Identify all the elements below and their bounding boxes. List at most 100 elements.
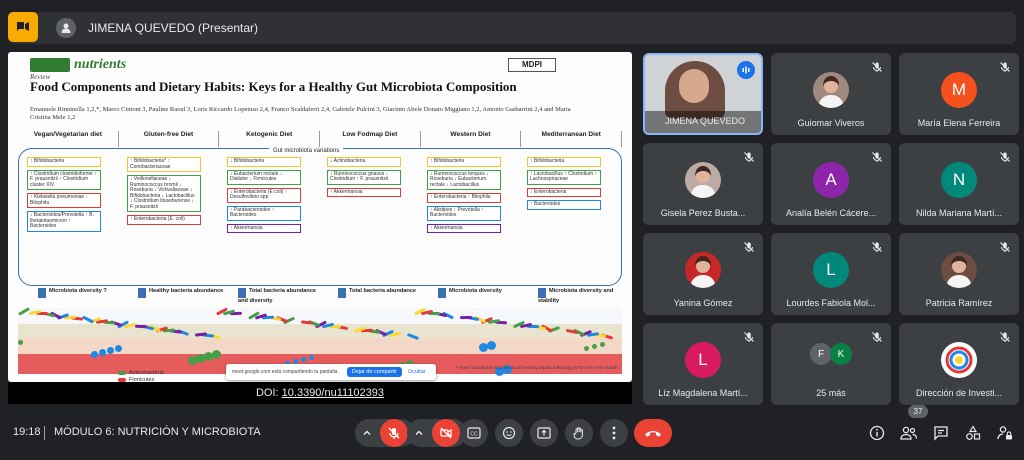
presenter-title: JIMENA QUEVEDO (Presentar) <box>88 21 259 35</box>
avatar-photo-icon <box>685 162 721 198</box>
bacteria-box: ↑ Akkermansia <box>227 223 301 233</box>
presenter-avatar-icon <box>56 18 76 38</box>
outcome-label: Healthy bacteria abundance <box>138 288 224 298</box>
mic-muted-icon <box>871 240 883 252</box>
leave-call-button[interactable] <box>634 419 672 447</box>
shared-slide[interactable]: nutrients MDPI Review Food Components an… <box>8 52 632 382</box>
meeting-clock: 19:18 <box>13 426 41 438</box>
chat-button[interactable] <box>930 422 952 444</box>
mic-control-group <box>355 419 415 447</box>
outcome-text: Healthy bacteria abundance <box>149 288 224 294</box>
diet-column: ↑ Bifidobacteria ↓ Ruminococcus torques ↓… <box>427 157 501 236</box>
bacteria-box: ↓ Eubacterium rectale ↓ Dialister ↓ Firm… <box>227 169 301 185</box>
raise-hand-button[interactable] <box>565 419 593 447</box>
camera-options-chevron-icon[interactable] <box>414 428 424 438</box>
participant-name: Nilda Mariana Martí... <box>915 208 1003 218</box>
diet-header: Mediterranean Diet <box>521 131 623 147</box>
mic-off-icon[interactable] <box>380 419 408 447</box>
overflow-avatar: F <box>810 343 832 365</box>
presenter-bar: JIMENA QUEVEDO (Presentar) <box>8 12 1016 44</box>
participant-tile[interactable]: Dirección de Investi... <box>899 323 1019 405</box>
diet-header-row: Vegan/Vegetarian diet Gluten-free Diet Ket… <box>18 131 623 147</box>
avatar: L <box>813 252 849 288</box>
journal-leaf-icon <box>30 58 70 72</box>
diet-header: Western Diet <box>421 131 522 147</box>
bacteria-box: ↓ Bifidobacteria <box>227 157 301 167</box>
meet-window: JIMENA QUEVEDO (Presentar) nutrients MDP… <box>0 0 1024 460</box>
participant-name: Líz Magdalena Martí... <box>658 388 748 398</box>
host-controls-button[interactable] <box>994 422 1016 444</box>
participant-tile[interactable]: Guiomar Viveros <box>771 53 891 135</box>
present-button[interactable] <box>530 419 558 447</box>
participant-tile[interactable]: F K 25 más <box>771 323 891 405</box>
diet-column: ↑ Bifidobacteria* ↑ Coriobacteriaceae ↓ V… <box>127 157 201 228</box>
bacteria-box: ↑ Alistipes ↑ Prevotella ↑ Bacteroides <box>427 205 501 221</box>
bacteria-box: ↓ Enterobacteria (E coli) ↑ Desulfovibri… <box>227 187 301 203</box>
immune-cell <box>600 342 605 347</box>
presenter-face-icon <box>679 69 709 103</box>
immune-cell <box>584 346 589 351</box>
immune-cell <box>196 354 205 363</box>
mic-muted-icon <box>871 60 883 72</box>
participant-tile[interactable]: L Líz Magdalena Martí... <box>643 323 763 405</box>
doi-caption: DOI: 10.3390/nu11102393 <box>8 382 632 404</box>
participant-tile[interactable]: N Nilda Mariana Martí... <box>899 143 1019 225</box>
captions-button[interactable]: CC <box>460 419 488 447</box>
participant-tile[interactable]: Patricia Ramírez <box>899 233 1019 315</box>
participant-tile[interactable]: JIMENA QUEVEDO <box>643 53 763 135</box>
bacteria-box: ↑ Akkermansia <box>327 187 401 197</box>
participant-tile[interactable]: A Analía Belén Cácere... <box>771 143 891 225</box>
outcome-label: Microbiota diversity and stability <box>538 288 624 304</box>
participant-tile[interactable]: L Lourdes Fabiola Mol... <box>771 233 891 315</box>
lock-person-icon <box>997 426 1012 440</box>
immune-cell <box>188 356 197 365</box>
doi-link[interactable]: 10.3390/nu11102393 <box>282 387 384 399</box>
hide-notice-button[interactable]: Ocultar <box>408 369 426 375</box>
avatar: L <box>685 342 721 378</box>
participants-button[interactable] <box>898 422 920 444</box>
paper-authors: Emanuele Rinninella 1,2,*, Marco Cintoni… <box>30 106 571 121</box>
activities-button[interactable] <box>962 422 984 444</box>
doi-prefix: DOI: <box>255 387 279 399</box>
bacteria-box: ↑ Klebsiella pneumoniae ↓ Bilophila <box>27 193 101 208</box>
participant-name: JIMENA QUEVEDO <box>664 116 745 126</box>
reactions-button[interactable] <box>495 419 523 447</box>
bacteria-box: ↓ Ruminococcus gnavus ↓ Clostridium ↑ F.… <box>327 169 401 185</box>
outcome-text: Microbiota diversity ? <box>49 288 107 294</box>
camera-off-icon[interactable] <box>432 419 460 447</box>
hand-icon <box>573 427 583 440</box>
stop-sharing-button[interactable]: Dejar de compartir <box>346 367 402 377</box>
participant-name: Lourdes Fabiola Mol... <box>786 298 876 308</box>
bacteria-box: ↓ Enterobacteria <box>527 187 601 197</box>
participant-tile[interactable]: Yanina Gómez <box>643 233 763 315</box>
mic-options-chevron-icon[interactable] <box>362 428 372 438</box>
participant-name: Dirección de Investi... <box>915 388 1003 398</box>
diet-header: Gluten-free Diet <box>119 131 220 147</box>
bacteria-box: ↓ Ruminococcus torques ↓ Roseburia ↓ Eub… <box>427 169 501 190</box>
chat-icon <box>934 426 948 441</box>
avatar: M <box>941 72 977 108</box>
participant-name: Guiomar Viveros <box>797 118 865 128</box>
paper-title: Food Components and Dietary Habits: Keys… <box>30 79 517 94</box>
more-vertical-icon <box>612 426 616 440</box>
meet-logo-icon[interactable] <box>8 12 38 42</box>
more-options-button[interactable] <box>600 419 628 447</box>
bacteria-box: ↑ Bifidobacteria <box>527 157 601 167</box>
mic-muted-icon <box>999 330 1011 342</box>
outcome-text: Microbiota diversity <box>449 288 502 294</box>
mic-muted-icon <box>999 240 1011 252</box>
immune-cell <box>107 347 114 354</box>
outcome-label: Microbiota diversity ? <box>38 288 124 298</box>
participant-tile[interactable]: M María Elena Ferreira <box>899 53 1019 135</box>
svg-text:CC: CC <box>470 432 478 438</box>
mic-muted-icon <box>999 60 1011 72</box>
bacteria-rod <box>459 315 473 320</box>
meeting-info-button[interactable] <box>866 422 888 444</box>
participant-tile[interactable]: Gisela Perez Busta... <box>643 143 763 225</box>
diet-column: ↓ Actinobacteria ↓ Ruminococcus gnavus ↓ … <box>327 157 401 200</box>
mic-muted-icon <box>871 150 883 162</box>
avatar-photo-icon <box>685 252 721 288</box>
outcome-arrow-icon <box>538 288 546 298</box>
immune-cell <box>115 345 122 352</box>
immune-cell <box>309 355 314 360</box>
